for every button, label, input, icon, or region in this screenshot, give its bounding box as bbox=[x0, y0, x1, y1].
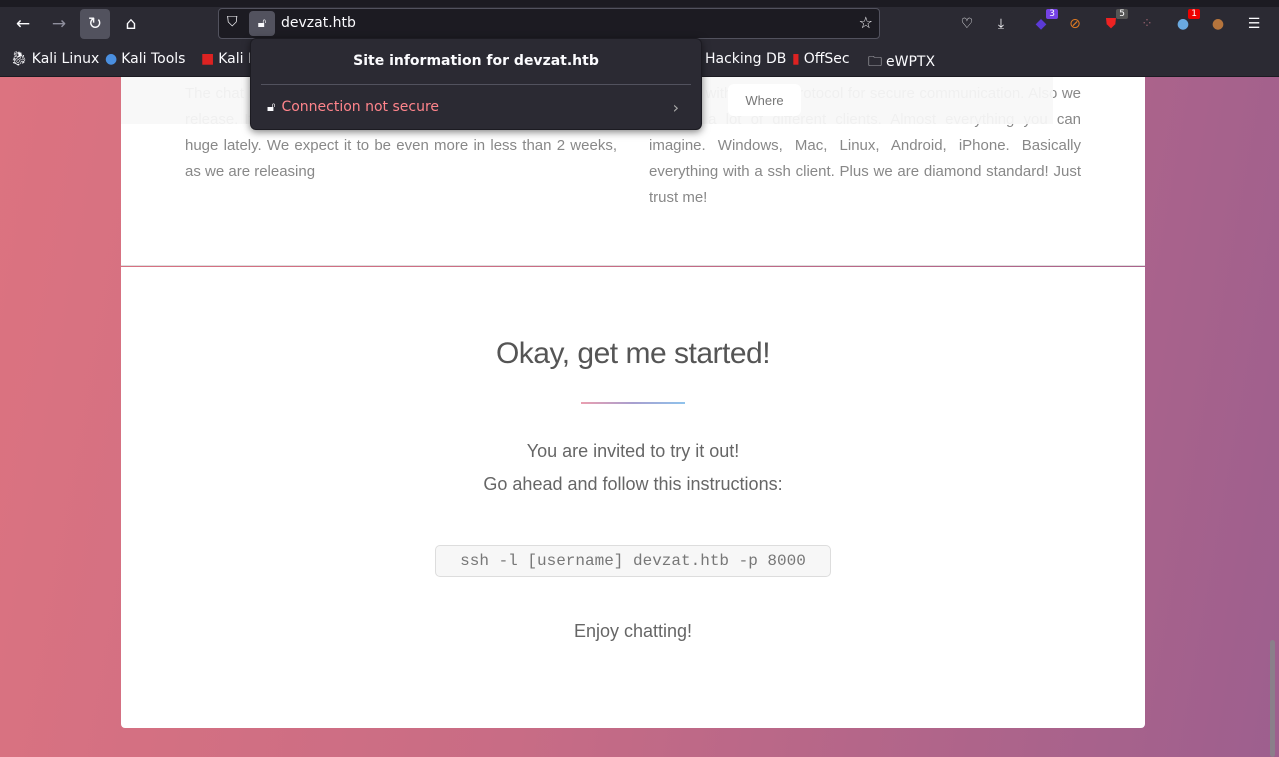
chevron-right-icon: › bbox=[672, 97, 679, 117]
browser-toolbar: ← → ↻ ⌂ ⛉ 🔓︎ devzat.htb ☆ ♡ ⤓ ◆ 3 ⊘ ⛊ 5 ⁘ … bbox=[0, 7, 1279, 40]
ext-shield-icon[interactable]: ⛊ 5 bbox=[1100, 9, 1128, 35]
instructions-text: Go ahead and follow this instructions: bbox=[483, 474, 783, 494]
ext-dots-icon[interactable]: ⁘ bbox=[1136, 13, 1158, 35]
gradient-divider bbox=[581, 402, 685, 404]
kali-docs-icon: ■ bbox=[201, 51, 215, 67]
ext-blocked-icon[interactable]: ⊘ bbox=[1064, 13, 1086, 35]
url-text[interactable]: devzat.htb bbox=[281, 15, 356, 31]
folder-icon: 🗀︎ bbox=[868, 54, 882, 70]
back-icon[interactable]: ← bbox=[8, 9, 38, 39]
bookmark-hacking-db[interactable]: Hacking DB bbox=[705, 51, 786, 67]
bookmark-offsec[interactable]: ▮ OffSec bbox=[792, 51, 850, 67]
connection-not-secure-row[interactable]: 🔓︎ Connection not secure › bbox=[261, 91, 691, 123]
page-viewport: The chat is written in go and is a blazi… bbox=[0, 77, 1279, 757]
kali-dragon-icon: 🐉︎ bbox=[10, 51, 28, 67]
ext-globe-icon[interactable]: ● 1 bbox=[1172, 9, 1200, 35]
get-started-section: Okay, get me started! You are invited to… bbox=[121, 267, 1145, 728]
ext-cookie-icon[interactable]: ● bbox=[1207, 13, 1229, 35]
title-strip bbox=[0, 0, 1279, 7]
popup-title: Site information for devzat.htb bbox=[353, 53, 599, 69]
invite-text: You are invited to try it out! bbox=[526, 441, 740, 461]
url-bar[interactable]: ⛉ 🔓︎ devzat.htb ☆ bbox=[218, 8, 880, 39]
bookmark-kali-tools[interactable]: ● Kali Tools bbox=[105, 51, 185, 67]
reload-icon[interactable]: ↻ bbox=[80, 9, 110, 39]
section-heading: Okay, get me started! bbox=[495, 337, 771, 370]
site-information-popup: Site information for devzat.htb 🔓︎ Conne… bbox=[250, 38, 702, 130]
closing-text: Enjoy chatting! bbox=[573, 621, 693, 641]
bookmark-kali-linux[interactable]: 🐉︎ Kali Linux bbox=[10, 51, 99, 67]
shield-icon[interactable]: ⛉ bbox=[227, 14, 238, 30]
home-icon[interactable]: ⌂ bbox=[116, 9, 146, 39]
bookmark-star-icon[interactable]: ☆ bbox=[859, 13, 873, 32]
forward-icon[interactable]: → bbox=[44, 9, 74, 39]
pocket-icon[interactable]: ♡ bbox=[956, 13, 978, 35]
scrollbar-thumb[interactable] bbox=[1270, 640, 1275, 757]
download-icon[interactable]: ⤓ bbox=[990, 13, 1012, 35]
bookmark-ewptx[interactable]: 🗀︎ eWPTX bbox=[868, 51, 935, 75]
insecure-lock-icon: 🔓︎ bbox=[267, 99, 276, 115]
offsec-icon: ▮ bbox=[792, 51, 800, 67]
nav-where-button[interactable]: Where bbox=[728, 84, 801, 116]
ssh-command[interactable]: ssh -l [username] devzat.htb -p 8000 bbox=[435, 545, 831, 577]
popup-divider bbox=[261, 84, 691, 85]
insecure-lock-icon[interactable]: 🔓︎ bbox=[249, 11, 275, 36]
ext-stack-icon[interactable]: ◆ 3 bbox=[1030, 9, 1058, 35]
kali-tools-icon: ● bbox=[105, 51, 118, 67]
menu-icon[interactable]: ☰ bbox=[1243, 13, 1265, 35]
